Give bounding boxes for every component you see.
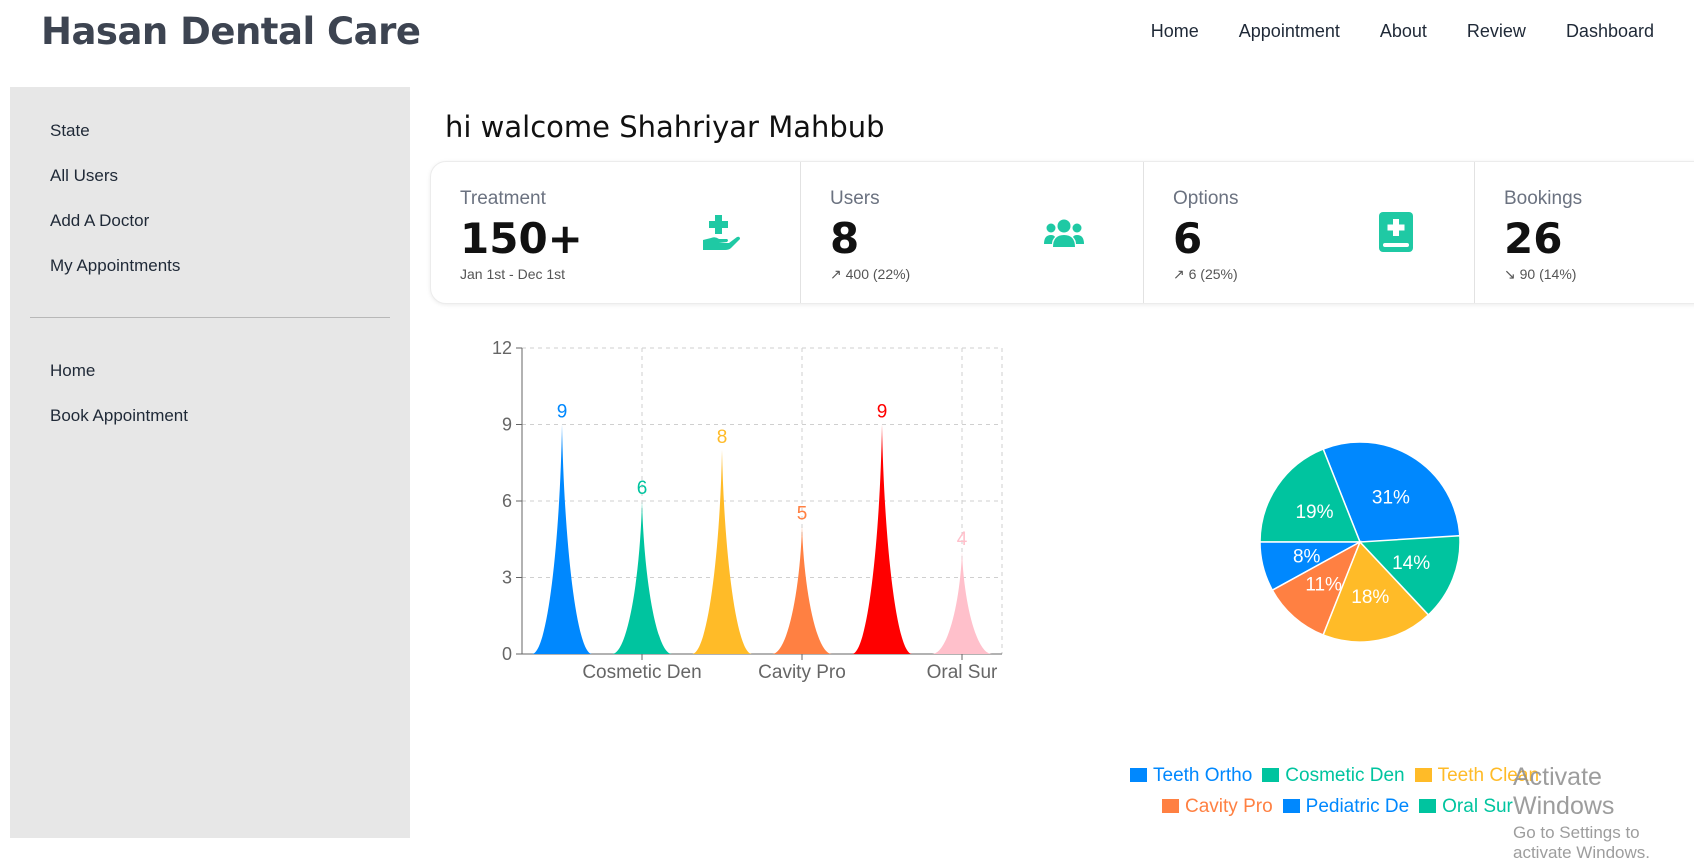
welcome-heading: hi walcome Shahriyar Mahbub [445, 110, 885, 144]
stat-title: Users [830, 188, 880, 209]
stat-treatment: Treatment 150+ Jan 1st - Dec 1st [431, 162, 800, 303]
stat-title: Bookings [1504, 188, 1583, 209]
sidebar-item-add-doctor[interactable]: Add A Doctor [50, 198, 180, 243]
nav-dashboard[interactable]: Dashboard [1546, 20, 1674, 42]
legend-label: Oral Sur [1442, 796, 1513, 817]
legend-label: Pediatric De [1305, 796, 1410, 817]
activate-windows-watermark: Activate Windows Go to Settings to activ… [1513, 763, 1694, 863]
legend-swatch [1130, 768, 1147, 782]
bar-4[interactable] [852, 424, 912, 655]
pie-label: 8% [1293, 547, 1321, 568]
legend-swatch [1282, 799, 1300, 813]
stats-panel: Treatment 150+ Jan 1st - Dec 1st Users 8… [430, 161, 1694, 304]
x-tick-label: Oral Sur [927, 662, 998, 683]
stat-desc: ↗ 400 (22%) [830, 266, 911, 282]
brand-logo[interactable]: Hasan Dental Care [41, 10, 421, 53]
y-tick-label: 3 [502, 568, 512, 588]
pie-label: 19% [1295, 502, 1333, 523]
nav-appointment[interactable]: Appointment [1219, 20, 1360, 42]
stat-value: 6 [1173, 214, 1203, 263]
legend-label: Cosmetic Den [1285, 765, 1405, 786]
pie-label: 14% [1392, 553, 1430, 574]
pie-label: 11% [1305, 574, 1342, 595]
bar-chart: 0 3 6 9 12 9 6 8 5 9 4 Cosmetic Den Cavity Pro Oral S… [492, 338, 1003, 683]
legend-swatch [1162, 799, 1179, 813]
pie-chart: 31% 19% 8% 11% 18%14% [1259, 441, 1461, 643]
legend-item[interactable]: Cosmetic Den [1262, 760, 1405, 791]
sidebar-item-my-appointments[interactable]: My Appointments [50, 243, 180, 288]
stat-value: 26 [1504, 214, 1563, 263]
sidebar-menu-top: State All Users Add A Doctor My Appointm… [50, 108, 180, 288]
stat-desc: ↘ 90 (14%) [1504, 266, 1577, 282]
bar-0[interactable] [532, 424, 592, 655]
data-label: 4 [957, 529, 968, 550]
sidebar-item-home[interactable]: Home [50, 348, 188, 393]
top-nav: Home Appointment About Review Dashboard [1131, 20, 1674, 42]
medical-book-icon [1379, 212, 1413, 257]
legend-swatch [1262, 768, 1280, 782]
sidebar-menu-bottom: Home Book Appointment [50, 348, 188, 438]
x-tick-label: Cavity Pro [758, 662, 846, 683]
bar-3[interactable] [772, 526, 832, 655]
hand-holding-medical-icon [701, 214, 741, 257]
stat-value: 8 [830, 214, 860, 263]
y-tick-label: 0 [502, 644, 512, 664]
watermark-title: Activate Windows [1513, 763, 1615, 820]
y-tick-label: 6 [502, 491, 512, 511]
legend-item[interactable]: Oral Sur [1419, 791, 1513, 822]
sidebar-divider [30, 317, 390, 318]
nav-home[interactable]: Home [1131, 20, 1219, 42]
legend-item[interactable]: Teeth Ortho [1130, 760, 1252, 791]
data-label: 9 [557, 402, 568, 423]
pie-label: 18% [1351, 587, 1389, 608]
users-icon [1044, 218, 1084, 253]
y-tick-label: 12 [492, 338, 512, 358]
stat-users: Users 8 ↗ 400 (22%) [800, 162, 1144, 303]
pie-label: 31% [1372, 488, 1410, 509]
y-tick-label: 9 [502, 415, 512, 435]
sidebar: State All Users Add A Doctor My Appointm… [10, 87, 410, 838]
stat-desc: Jan 1st - Dec 1st [460, 266, 566, 282]
legend-item[interactable]: Cavity Pro [1162, 791, 1273, 822]
sidebar-item-book-appointment[interactable]: Book Appointment [50, 393, 188, 438]
legend-swatch [1414, 768, 1432, 782]
sidebar-item-state[interactable]: State [50, 108, 180, 153]
watermark-subtitle: Go to Settings to activate Windows. [1513, 823, 1650, 862]
data-label: 6 [637, 478, 648, 499]
data-label: 8 [717, 427, 728, 448]
legend-label: Teeth Ortho [1153, 765, 1253, 786]
nav-review[interactable]: Review [1447, 20, 1546, 42]
stat-options: Options 6 ↗ 6 (25%) [1143, 162, 1475, 303]
bar-2[interactable] [692, 450, 752, 654]
legend-label: Cavity Pro [1185, 796, 1273, 817]
header: Hasan Dental Care Home Appointment About… [0, 0, 1694, 80]
legend-item[interactable]: Pediatric De [1282, 791, 1410, 822]
stat-bookings: Bookings 26 ↘ 90 (14%) [1474, 162, 1694, 303]
bar-5[interactable] [932, 552, 992, 654]
stat-value: 150+ [460, 214, 583, 263]
nav-about[interactable]: About [1360, 20, 1447, 42]
stat-title: Options [1173, 188, 1239, 209]
data-label: 5 [797, 504, 808, 525]
sidebar-item-all-users[interactable]: All Users [50, 153, 180, 198]
stat-desc: ↗ 6 (25%) [1173, 266, 1238, 282]
data-label: 9 [877, 402, 888, 423]
stat-title: Treatment [460, 188, 546, 209]
x-tick-label: Cosmetic Den [582, 662, 701, 683]
legend-swatch [1419, 799, 1437, 813]
